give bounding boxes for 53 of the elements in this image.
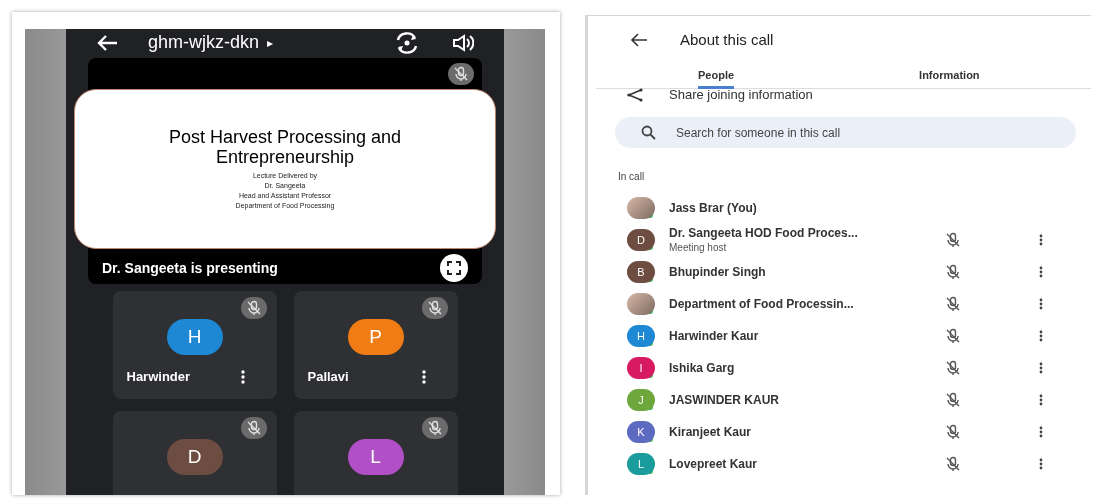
panel-title: About this call — [680, 29, 774, 50]
avatar: H — [166, 319, 223, 355]
participant-name: JASWINDER KAUR — [669, 392, 780, 408]
mic-off-icon — [245, 420, 262, 436]
back-arrow-icon[interactable] — [630, 33, 648, 47]
photo-placeholder — [627, 197, 655, 219]
more-options-icon[interactable] — [1039, 426, 1043, 438]
participant-name: Lovepreet Kaur — [669, 456, 759, 472]
mic-off-icon — [426, 300, 443, 316]
avatar: L — [347, 439, 404, 475]
mic-off-icon — [245, 300, 262, 316]
participant-name: Dr. Sangeeta HOD Food Proces... — [669, 226, 859, 241]
participant-name: Harwinder Kaur — [669, 328, 760, 344]
slide-title: Post Harvest Processing and Entrepreneurship — [167, 127, 403, 167]
participant-name: Kiranjeet Kaur — [669, 424, 753, 440]
fullscreen-icon — [447, 261, 461, 275]
participant-name: Department of Food Processin... — [669, 296, 855, 312]
search-field[interactable]: Search for someone in this call — [615, 117, 1076, 148]
avatar: D — [166, 439, 223, 475]
more-options-icon[interactable] — [1039, 266, 1043, 278]
participant-name: Harwinder — [126, 368, 191, 386]
switch-camera-icon[interactable] — [394, 31, 420, 54]
participant-name: Jass Brar (You) — [669, 200, 758, 216]
participant-tile[interactable]: P Pallavi — [293, 291, 458, 399]
meeting-code[interactable]: ghm-wjkz-dkn — [148, 29, 260, 56]
participant-name: Pallavi — [307, 368, 349, 386]
more-options-icon[interactable] — [1039, 330, 1043, 342]
more-options-icon[interactable] — [1039, 394, 1043, 406]
presenter-caption: Dr. Sangeeta is presenting — [102, 258, 278, 278]
tab[interactable]: People — [698, 64, 735, 89]
participant-name: Ishika Garg — [669, 360, 736, 376]
more-options-icon[interactable] — [1039, 458, 1043, 470]
section-label: In call — [618, 170, 646, 184]
search-icon — [641, 125, 656, 140]
photo-placeholder — [627, 293, 655, 315]
avatar: P — [347, 319, 404, 355]
participant-tile[interactable]: L — [293, 411, 458, 495]
more-options-icon[interactable] — [1039, 298, 1043, 310]
mic-off-icon — [453, 66, 469, 82]
more-options-icon[interactable] — [240, 369, 245, 384]
more-options-icon[interactable] — [421, 369, 426, 384]
fullscreen-button[interactable] — [440, 254, 468, 282]
participant-name: Bhupinder Singh — [669, 264, 767, 280]
speaker-icon[interactable] — [452, 33, 474, 52]
caret-icon[interactable]: ▸ — [267, 33, 274, 52]
more-options-icon[interactable] — [1039, 234, 1043, 246]
tab[interactable]: Information — [919, 64, 980, 89]
mic-off-icon — [426, 420, 443, 436]
participant-tile[interactable]: H Harwinder — [112, 291, 277, 399]
host-label: Meeting host — [669, 241, 728, 254]
participant-tile[interactable]: D — [112, 411, 277, 495]
share-icon[interactable] — [626, 88, 644, 102]
more-options-icon[interactable] — [1039, 362, 1043, 374]
